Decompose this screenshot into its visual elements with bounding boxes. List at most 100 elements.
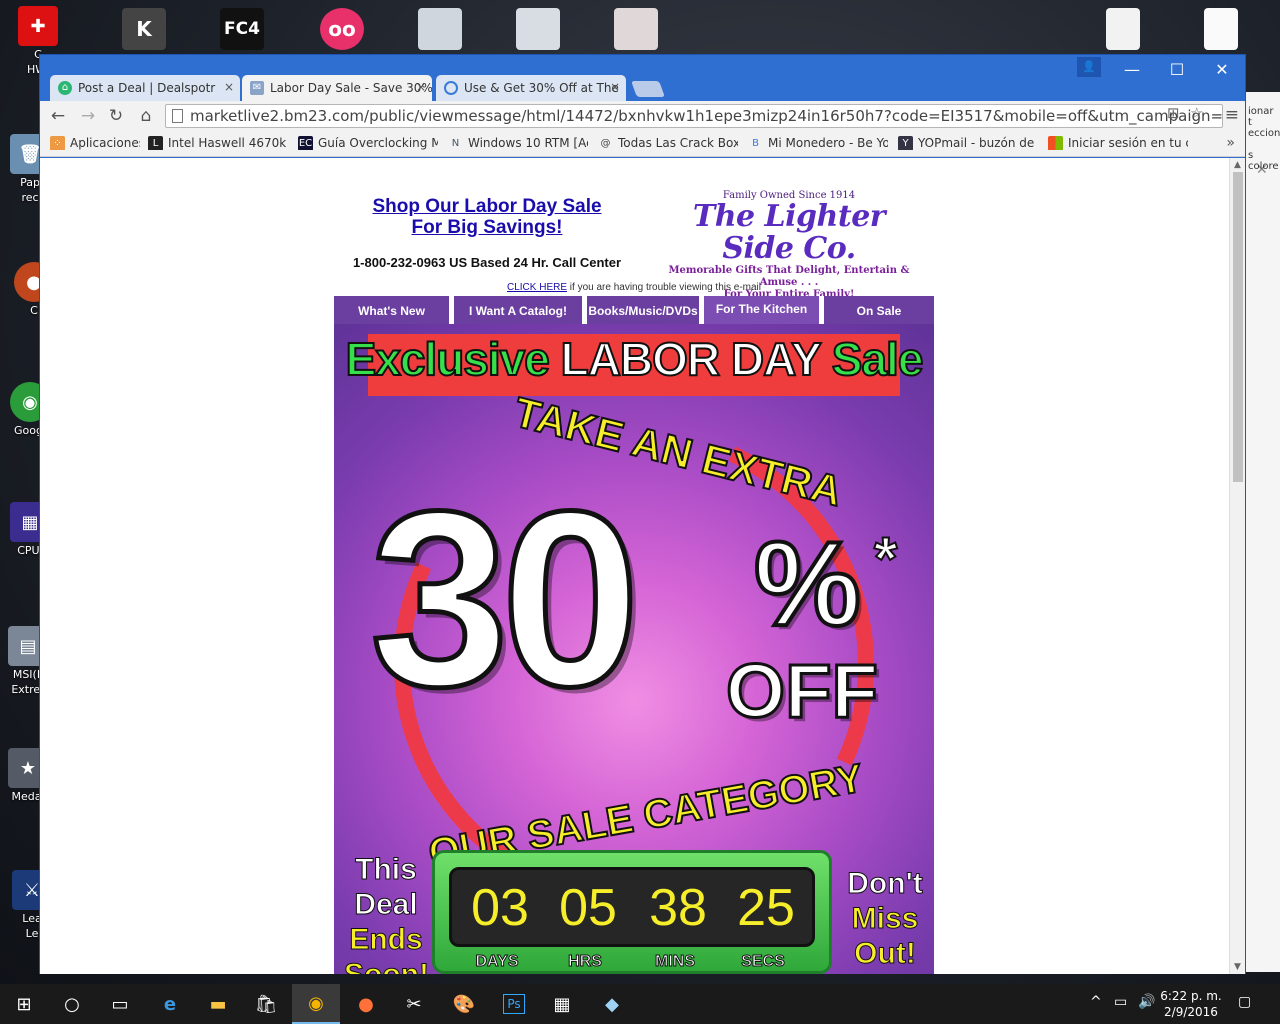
far-cry-4-icon[interactable]: FC4	[220, 8, 264, 50]
bookmark-label: Todas Las Crack Box 2	[618, 136, 738, 150]
taskbar-calculator[interactable]: ▦	[538, 984, 586, 1024]
countdown-unit-days: DAYS	[475, 953, 519, 971]
document-file-icon-2[interactable]	[1204, 8, 1238, 50]
l-bookmark-icon: L	[148, 136, 163, 150]
folder-icon: ▬	[209, 993, 227, 1015]
taskbar-snipping[interactable]: ✂	[390, 984, 438, 1024]
tab-dealspotr[interactable]: ⌂ Post a Deal | Dealspotr ×	[50, 75, 240, 101]
start-button[interactable]: ⊞	[0, 984, 48, 1024]
scroll-up-icon[interactable]: ▲	[1234, 160, 1241, 170]
tab-use-get-30-off[interactable]: Use & Get 30% Off at The ×	[436, 75, 626, 101]
nav-kitchen[interactable]: For The Kitchen	[704, 296, 819, 324]
home-button[interactable]: ⌂	[134, 105, 158, 127]
nav-on-sale[interactable]: On Sale	[824, 296, 934, 324]
bookmark-star-icon[interactable]: ☆	[1190, 104, 1203, 122]
swirl-bookmark-icon: @	[600, 138, 611, 149]
tab-close-icon[interactable]: ×	[416, 80, 426, 94]
deal-ends-line: Ends	[349, 923, 423, 957]
nav-catalog[interactable]: I Want A Catalog!	[454, 296, 582, 324]
screenshot-file-icon-3[interactable]	[614, 8, 658, 50]
cpuid-hwmonitor-icon: ✚	[18, 6, 58, 46]
cortana-icon: ○	[64, 993, 80, 1015]
sale-banner[interactable]: Exclusive LABOR DAY Sale TAKE AN EXTRA 3…	[334, 324, 934, 974]
bookmark-crack-box[interactable]: @ Todas Las Crack Box 2	[598, 136, 739, 150]
deal-ends-line: Soon!	[344, 957, 430, 975]
clock-time: 6:22 p. m.	[1160, 989, 1222, 1003]
back-button[interactable]: ←	[46, 105, 70, 127]
profile-button[interactable]: 👤	[1077, 57, 1101, 77]
bookmark-mi-monedero[interactable]: B Mi Monedero - Be You	[748, 136, 888, 150]
minimize-button[interactable]: —	[1109, 55, 1155, 85]
countdown-days: 03	[471, 879, 529, 937]
reload-button[interactable]: ↻	[104, 105, 128, 127]
page-scrollbar[interactable]: ▲ ▼	[1229, 158, 1245, 974]
click-here-link[interactable]: CLICK HERE	[507, 282, 567, 293]
tab-labor-day-sale[interactable]: ✉ Labor Day Sale - Save 30% ×	[242, 75, 432, 101]
bookmark-yopmail[interactable]: Y YOPmail - buzón de c	[898, 136, 1038, 150]
shop-link-line: Shop Our Labor Day Sale	[372, 196, 602, 217]
countdown-minutes: 38	[649, 879, 707, 937]
tab-close-icon[interactable]: ×	[224, 80, 234, 94]
new-tab-button[interactable]	[631, 81, 665, 97]
action-center-icon[interactable]: ▢	[1238, 994, 1251, 1010]
loading-icon	[444, 81, 458, 95]
bookmark-intel-haswell[interactable]: L Intel Haswell 4670k +	[148, 136, 288, 150]
deal-ends-line: Deal	[354, 888, 418, 922]
volume-icon[interactable]: 🔊	[1138, 994, 1155, 1010]
k-app-icon[interactable]: K	[122, 8, 166, 50]
shop-sale-link[interactable]: Shop Our Labor Day Sale For Big Savings!	[334, 196, 640, 238]
store-icon: 🛍	[254, 993, 278, 1015]
taskbar-notes[interactable]: ◆	[588, 984, 636, 1024]
taskbar-photoshop[interactable]: Ps	[490, 984, 538, 1024]
clock-date: 2/9/2016	[1164, 1005, 1218, 1019]
taskbar-file-explorer[interactable]: ▬	[194, 984, 242, 1024]
nav-books-music-dvds[interactable]: Books/Music/DVDs	[587, 296, 699, 324]
taskbar-edge[interactable]: e	[146, 984, 194, 1024]
bg-window-text: s colore	[1248, 150, 1279, 172]
taskbar-firefox[interactable]: ●	[342, 984, 390, 1024]
bookmark-aplicaciones[interactable]: ⁘ Aplicaciones	[50, 136, 140, 150]
address-bar[interactable]: marketlive2.bm23.com/public/viewmessage/…	[165, 104, 1223, 128]
microsoft-icon	[1048, 136, 1063, 150]
scrollbar-thumb[interactable]	[1233, 172, 1243, 482]
tray-chevron-icon[interactable]: ^	[1090, 994, 1102, 1010]
deal-ends-line: This	[355, 853, 418, 887]
chrome-menu-icon[interactable]: ≡	[1225, 105, 1239, 125]
asterisk-mark: *	[873, 524, 898, 593]
document-file-icon[interactable]	[1106, 8, 1140, 50]
screenshot-file-icon[interactable]	[418, 8, 462, 50]
close-window-button[interactable]: ✕	[1199, 55, 1245, 85]
system-clock[interactable]: 6:22 p. m. 2/9/2016	[1160, 988, 1222, 1020]
scroll-down-icon[interactable]: ▼	[1234, 962, 1241, 972]
taskbar-chrome[interactable]: ◉	[292, 984, 340, 1024]
tab-title: Labor Day Sale - Save 30%	[270, 81, 432, 95]
search-button[interactable]: ○	[48, 984, 96, 1024]
countdown-face: 03 05 38 25	[449, 867, 815, 947]
bookmark-guia-overclocking[interactable]: EC Guía Overclocking MS	[298, 136, 438, 150]
bookmark-label: Mi Monedero - Be You	[768, 136, 888, 150]
dealspotr-icon: ⌂	[58, 81, 72, 95]
windows-logo-icon: ⊞	[16, 993, 32, 1015]
task-view-button[interactable]: ▭	[96, 984, 144, 1024]
firefox-icon: ●	[358, 993, 374, 1015]
flickr-app-icon[interactable]: oo	[320, 8, 364, 50]
maximize-button[interactable]: ☐	[1154, 55, 1200, 85]
countdown-hours: 05	[559, 879, 617, 937]
email-navbar: What's New I Want A Catalog! Books/Music…	[334, 296, 934, 324]
forward-button[interactable]: →	[76, 105, 100, 127]
countdown-unit-minutes: MINS	[655, 953, 696, 971]
bookmark-iniciar-sesion[interactable]: Iniciar sesión en tu cu	[1048, 136, 1188, 150]
percent-sign: %	[752, 517, 863, 651]
bg-window-text: ionar t	[1248, 106, 1274, 128]
translate-icon[interactable]: ⊞	[1167, 104, 1180, 122]
photoshop-icon: Ps	[503, 994, 525, 1014]
tab-title: Post a Deal | Dealspotr	[78, 81, 216, 95]
tab-close-icon[interactable]: ×	[610, 80, 620, 94]
nav-whats-new[interactable]: What's New	[334, 296, 449, 324]
bookmarks-overflow-button[interactable]: »	[1226, 135, 1235, 151]
bookmark-windows-10-rtm[interactable]: N Windows 10 RTM [Act	[448, 136, 588, 150]
taskbar-store[interactable]: 🛍	[242, 984, 290, 1024]
network-icon[interactable]: ▭	[1114, 994, 1127, 1010]
taskbar-paint[interactable]: 🎨	[440, 984, 488, 1024]
screenshot-file-icon-2[interactable]	[516, 8, 560, 50]
